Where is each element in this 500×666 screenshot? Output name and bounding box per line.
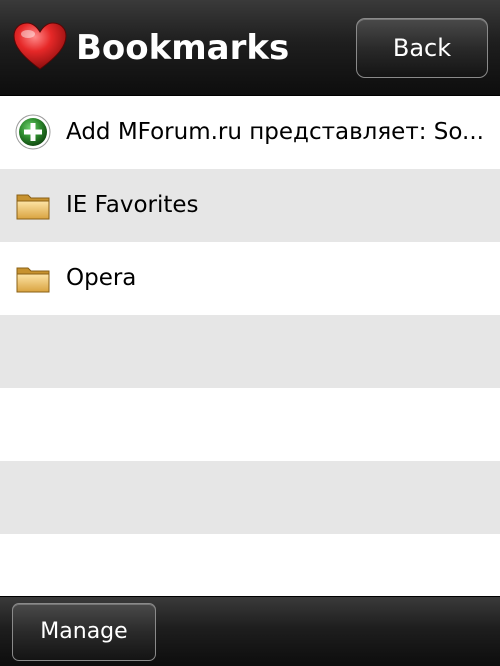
empty-row — [0, 315, 500, 388]
heart-icon — [13, 22, 67, 70]
folder-icon — [16, 194, 50, 220]
list-item-opera[interactable]: Opera — [0, 242, 500, 315]
bookmarks-screen: Bookmarks Back Add MForum.ru представляе… — [0, 0, 500, 666]
bookmark-list: Add MForum.ru представляет: So... IE Fav… — [0, 96, 500, 607]
bottom-toolbar: Manage — [0, 596, 500, 666]
folder-icon — [16, 267, 50, 293]
title-bar: Bookmarks Back — [0, 0, 500, 96]
add-circle-icon — [15, 114, 51, 150]
list-item-ie-favorites[interactable]: IE Favorites — [0, 169, 500, 242]
page-title: Bookmarks — [76, 28, 290, 68]
empty-row — [0, 388, 500, 461]
list-item-label: Add MForum.ru представляет: So... — [66, 119, 484, 145]
list-item-add-bookmark[interactable]: Add MForum.ru представляет: So... — [0, 96, 500, 169]
back-button[interactable]: Back — [356, 18, 488, 78]
empty-row — [0, 461, 500, 534]
list-item-label: Opera — [66, 265, 137, 291]
manage-button[interactable]: Manage — [12, 603, 156, 661]
list-item-label: IE Favorites — [66, 192, 199, 218]
